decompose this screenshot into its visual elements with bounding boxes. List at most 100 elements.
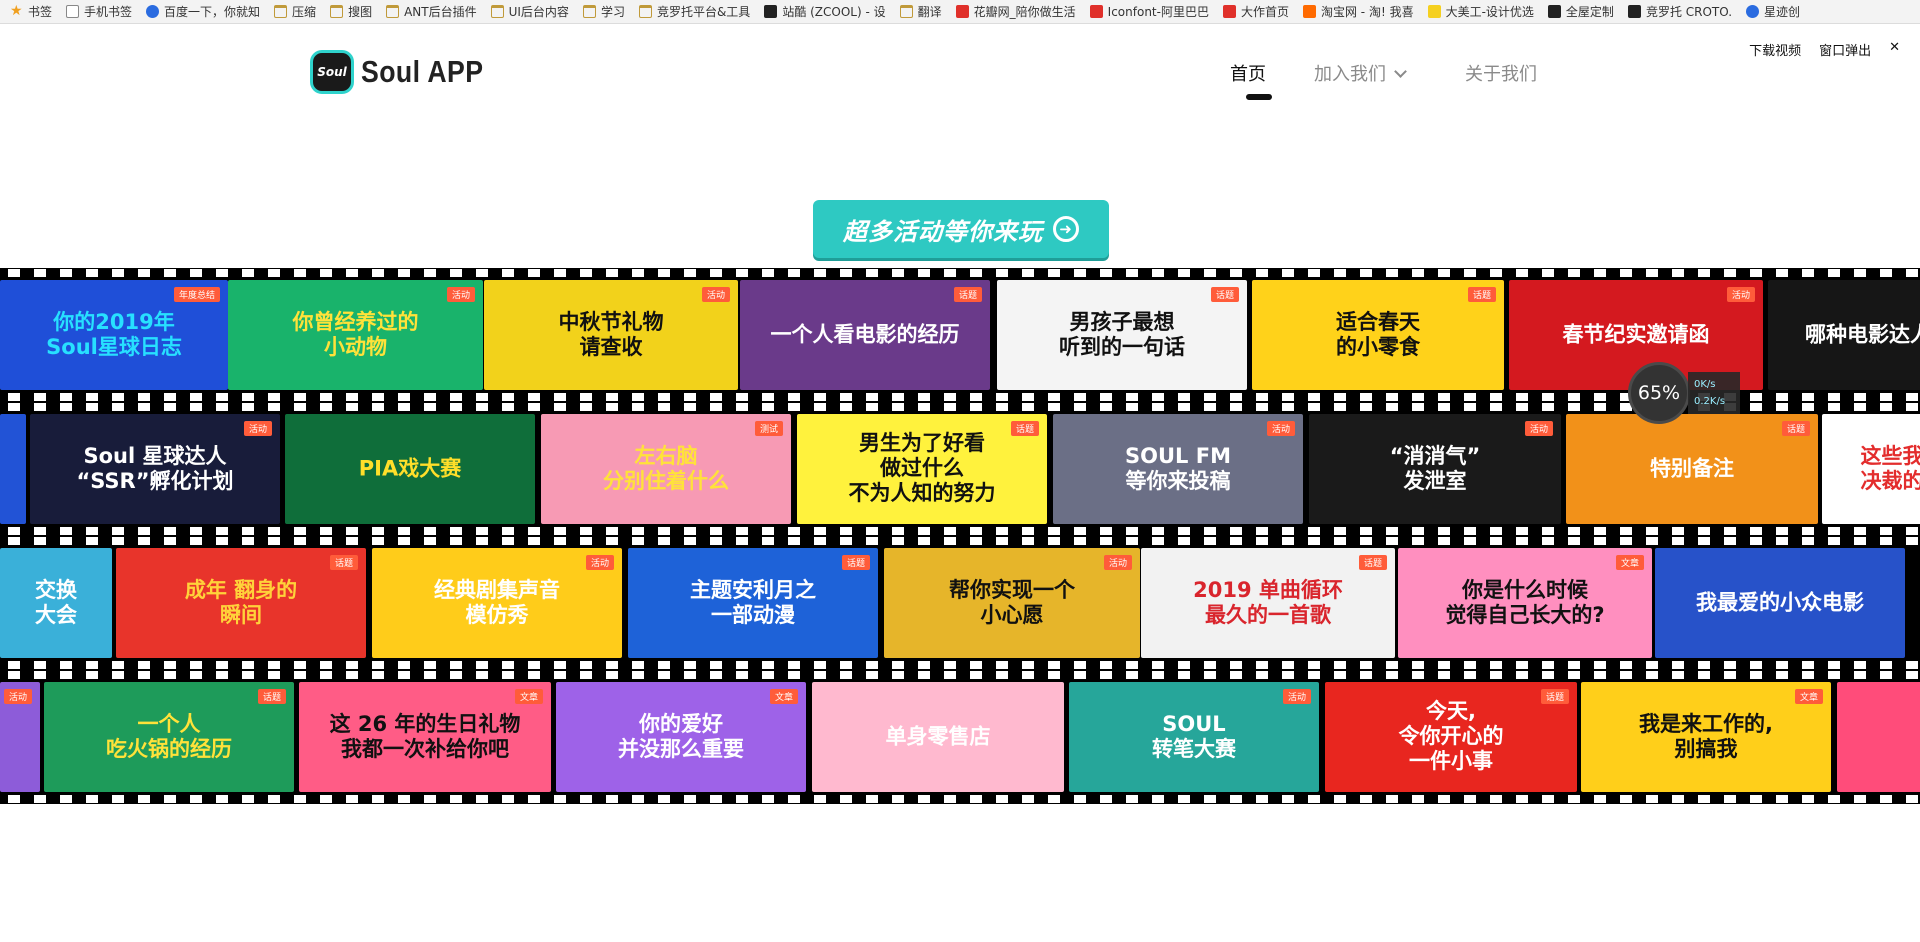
dameigong-icon	[1427, 5, 1441, 18]
activity-card[interactable]: SOUL 转笔大赛 活动	[1069, 682, 1319, 792]
activity-card-title: 男生为了好看 做过什么 不为人知的努力	[848, 431, 996, 506]
bookmark-item[interactable]: 全屋定制	[1547, 3, 1614, 20]
activity-card[interactable]: 单身零售店	[812, 682, 1064, 792]
bookmark-item[interactable]: 星迹创	[1746, 3, 1800, 20]
activity-tag-badge: 话题	[329, 555, 358, 570]
activity-card[interactable]: 中秋节礼物 请查收 活动	[484, 280, 738, 390]
cta-activities-button[interactable]: 超多活动等你来玩 ➜	[813, 200, 1109, 258]
activity-card[interactable]: 今天, 令你开心的 一件小事 话题	[1325, 682, 1577, 792]
activity-card[interactable]: 适合春天 的小零食 话题	[1252, 280, 1504, 390]
activity-tag-badge: 活动	[1524, 421, 1553, 436]
activity-card[interactable]: 男孩子最想 听到的一句话 话题	[997, 280, 1247, 390]
activity-card-title: “消消气” 发泄室	[1389, 443, 1481, 493]
activity-card-title: 春节纪实邀请函	[1562, 322, 1710, 347]
activity-tag-badge: 话题	[1781, 421, 1810, 436]
activity-card[interactable]: 你是什么时候 觉得自己长大的? 文章	[1398, 548, 1652, 658]
upload-speed: 0K/s	[1694, 379, 1716, 390]
activity-tag-badge: 测试	[754, 421, 783, 436]
bookmark-label: 百度一下，你就知	[164, 5, 261, 19]
activity-tag-badge: 文章	[1794, 689, 1823, 704]
activity-card-title: PIA戏大赛	[358, 456, 462, 481]
bookmark-item[interactable]: UI后台内容	[490, 3, 569, 20]
activity-card[interactable]: 经典剧集声音 模仿秀 活动	[372, 548, 622, 658]
activity-card[interactable]: 你曾经养过的 小动物 活动	[228, 280, 483, 390]
bookmark-label: ANT后台插件	[404, 5, 477, 19]
activity-tag-badge: 话题	[257, 689, 286, 704]
bookmark-item[interactable]: 淘宝网 - 淘! 我喜	[1302, 3, 1414, 20]
globe-icon	[1746, 5, 1760, 18]
film-sprocket-holes	[0, 795, 1920, 803]
activity-card[interactable]: 主题安利月之 一部动漫 话题	[628, 548, 878, 658]
folder-icon	[386, 5, 400, 18]
activity-card[interactable]: 我是来工作的, 别搞我 文章	[1581, 682, 1831, 792]
activity-card-title: 交换 大会	[35, 577, 77, 627]
bookmark-item[interactable]: ANT后台插件	[386, 3, 477, 20]
activity-card[interactable]: 一个人看电影的经历 话题	[740, 280, 990, 390]
bookmark-item[interactable]: 搜图	[330, 3, 372, 20]
iconfont-icon	[1089, 5, 1103, 18]
speed-readout: 0K/s 0.2K/s	[1688, 372, 1740, 414]
activity-card[interactable]: 这 26 年的生日礼物 我都一次补给你吧 文章	[299, 682, 551, 792]
nav-home[interactable]: 首页	[1230, 60, 1272, 100]
activity-card[interactable]	[0, 414, 26, 524]
bookmark-item[interactable]: 花瓣网_陪你做生活	[955, 3, 1076, 20]
bookmark-item[interactable]: 大美工-设计优选	[1427, 3, 1534, 20]
bookmark-label: 站酷 (ZCOOL) - 设	[782, 5, 886, 19]
activity-card-title: 一个人 吃火锅的经历	[106, 711, 232, 761]
popout-window-button[interactable]: 窗口弹出	[1819, 40, 1871, 59]
soul-logo[interactable]: Soul Soul APP	[310, 50, 503, 94]
activity-card[interactable]: 男生为了好看 做过什么 不为人知的努力 话题	[797, 414, 1047, 524]
activity-card[interactable]: 帮你实现一个 小心愿 活动	[884, 548, 1140, 658]
activity-card[interactable]: 哪种电影达人	[1768, 280, 1920, 390]
bookmark-item[interactable]: 大作首页	[1222, 3, 1289, 20]
taobao-icon	[1302, 5, 1316, 18]
bookmark-item[interactable]: 压缩	[274, 3, 316, 20]
activity-card[interactable]: 这些我 决裁的	[1822, 414, 1920, 524]
bookmark-label: Iconfont-阿里巴巴	[1107, 5, 1209, 19]
activity-card-title: 2019 单曲循环 最久的一首歌	[1193, 577, 1343, 627]
activity-card-title: 我是来工作的, 别搞我	[1639, 711, 1773, 761]
activity-card[interactable]: 活动	[0, 682, 40, 792]
activity-tag-badge: 话题	[1467, 287, 1496, 302]
activity-card[interactable]: 一个人 吃火锅的经历 话题	[44, 682, 294, 792]
bookmark-label: 竞罗托平台&工具	[656, 5, 751, 19]
bookmark-item[interactable]: 百度一下，你就知	[146, 3, 260, 20]
activity-card[interactable]: 你的2019年 Soul星球日志 年度总结	[0, 280, 228, 390]
folder-icon	[274, 5, 288, 18]
bookmark-item[interactable]: 手机书签	[66, 3, 132, 20]
page-icon	[66, 5, 80, 18]
zcool-icon	[764, 5, 778, 18]
speed-widget[interactable]: 65%	[1628, 362, 1690, 424]
activity-card[interactable]: 你的爱好 并没那么重要 文章	[556, 682, 806, 792]
activity-card[interactable]: “消消气” 发泄室 活动	[1309, 414, 1561, 524]
activity-tag-badge: 话题	[1358, 555, 1387, 570]
activity-card[interactable]: 特别备注 话题	[1566, 414, 1818, 524]
nav-about-label: 关于我们	[1465, 64, 1537, 85]
activity-card[interactable]: 我最爱的小众电影	[1655, 548, 1905, 658]
nav-about-us[interactable]: 关于我们	[1465, 60, 1537, 86]
activity-card[interactable]: SOUL FM 等你来投稿 活动	[1053, 414, 1303, 524]
activity-card-title: 主题安利月之 一部动漫	[690, 577, 816, 627]
close-icon[interactable]: ✕	[1889, 40, 1900, 59]
activity-card[interactable]: 成年 翻身的 瞬间 话题	[116, 548, 366, 658]
activity-card[interactable]: 2019 单曲循环 最久的一首歌 话题	[1141, 548, 1395, 658]
activity-card-title: 中秋节礼物 请查收	[558, 309, 664, 359]
activity-tag-badge: 活动	[1266, 421, 1295, 436]
activity-card[interactable]: 左右脑 分别住着什么 测试	[541, 414, 791, 524]
nav-active-underline	[1246, 94, 1272, 100]
bookmark-item[interactable]: ★ 书签	[10, 3, 52, 20]
activity-card[interactable]: PIA戏大赛	[285, 414, 535, 524]
bookmark-item[interactable]: Iconfont-阿里巴巴	[1089, 3, 1209, 20]
activity-card[interactable]: Soul 星球达人 “SSR”孵化计划 活动	[30, 414, 280, 524]
bookmark-item[interactable]: 翻译	[899, 3, 942, 20]
activity-tag-badge: 活动	[1282, 689, 1311, 704]
bookmark-item[interactable]: 站酷 (ZCOOL) - 设	[764, 3, 886, 20]
bookmark-item[interactable]: 竞罗托平台&工具	[638, 3, 751, 20]
bookmark-label: 淘宝网 - 淘! 我喜	[1320, 5, 1414, 19]
activity-card[interactable]	[1837, 682, 1920, 792]
bookmark-item[interactable]: 竞罗托 CROTO.	[1627, 3, 1732, 20]
download-video-button[interactable]: 下载视频	[1749, 40, 1801, 59]
activity-card[interactable]: 交换 大会	[0, 548, 112, 658]
bookmark-item[interactable]: 学习	[582, 3, 625, 20]
nav-join-us[interactable]: 加入我们	[1314, 60, 1407, 86]
